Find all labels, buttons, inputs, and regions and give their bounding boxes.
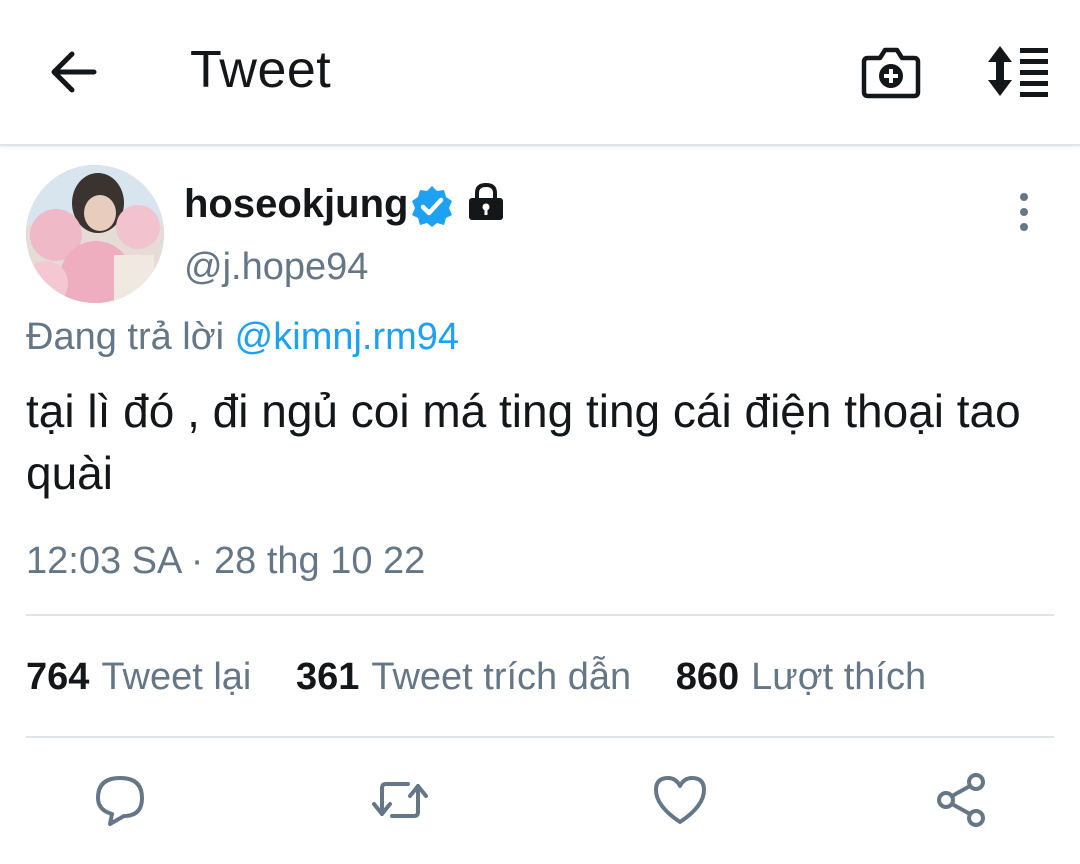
share-button[interactable]	[932, 770, 992, 830]
share-icon	[937, 773, 985, 827]
sort-order-icon	[988, 46, 1048, 97]
back-button[interactable]	[44, 44, 104, 100]
display-name[interactable]: hoseokjung	[184, 182, 408, 227]
retweet-icon	[372, 782, 428, 818]
reply-to-link[interactable]: @kimnj.rm94	[235, 316, 459, 358]
likes-label: Lượt thích	[751, 656, 927, 698]
likes-stat[interactable]: 860 Lượt thích	[676, 656, 926, 699]
verified-badge-icon	[412, 186, 452, 227]
tweet-timestamp[interactable]: 12:03 SA · 28 thg 10 22	[26, 540, 425, 583]
avatar-photo	[26, 165, 164, 303]
retweets-count: 764	[26, 656, 90, 698]
quotes-label: Tweet trích dẫn	[371, 656, 632, 698]
user-handle[interactable]: @j.hope94	[184, 246, 368, 289]
likes-count: 860	[675, 656, 740, 698]
divider	[26, 614, 1054, 616]
tweet-stats: 764 Tweet lại 361 Tweet trích dẫn 860 Lượt …	[26, 656, 960, 699]
reply-prefix: Đang trả lời	[26, 316, 225, 358]
page-title: Tweet	[190, 41, 332, 99]
camera-button[interactable]	[858, 40, 924, 102]
retweet-button[interactable]	[370, 770, 430, 830]
more-options-button[interactable]	[1004, 188, 1044, 236]
back-arrow-icon	[51, 51, 97, 93]
reply-button[interactable]	[90, 770, 150, 830]
quotes-stat[interactable]: 361 Tweet trích dẫn	[296, 656, 631, 699]
camera-add-icon	[861, 47, 921, 99]
retweets-stat[interactable]: 764 Tweet lại	[26, 656, 251, 699]
lock-icon	[469, 182, 503, 220]
avatar[interactable]	[26, 165, 164, 303]
reply-context: Đang trả lời @kimnj.rm94	[26, 316, 459, 359]
top-app-bar: Tweet	[0, 0, 1080, 146]
more-vertical-icon	[1020, 193, 1028, 231]
divider	[26, 736, 1054, 738]
quotes-count: 361	[295, 656, 360, 698]
like-icon	[654, 776, 706, 824]
sort-button[interactable]	[980, 40, 1054, 102]
like-button[interactable]	[650, 770, 710, 830]
tweet-text: tại lì đó , đi ngủ coi má ting ting cái …	[26, 385, 1021, 499]
reply-icon	[96, 776, 144, 826]
retweets-label: Tweet lại	[101, 656, 252, 698]
